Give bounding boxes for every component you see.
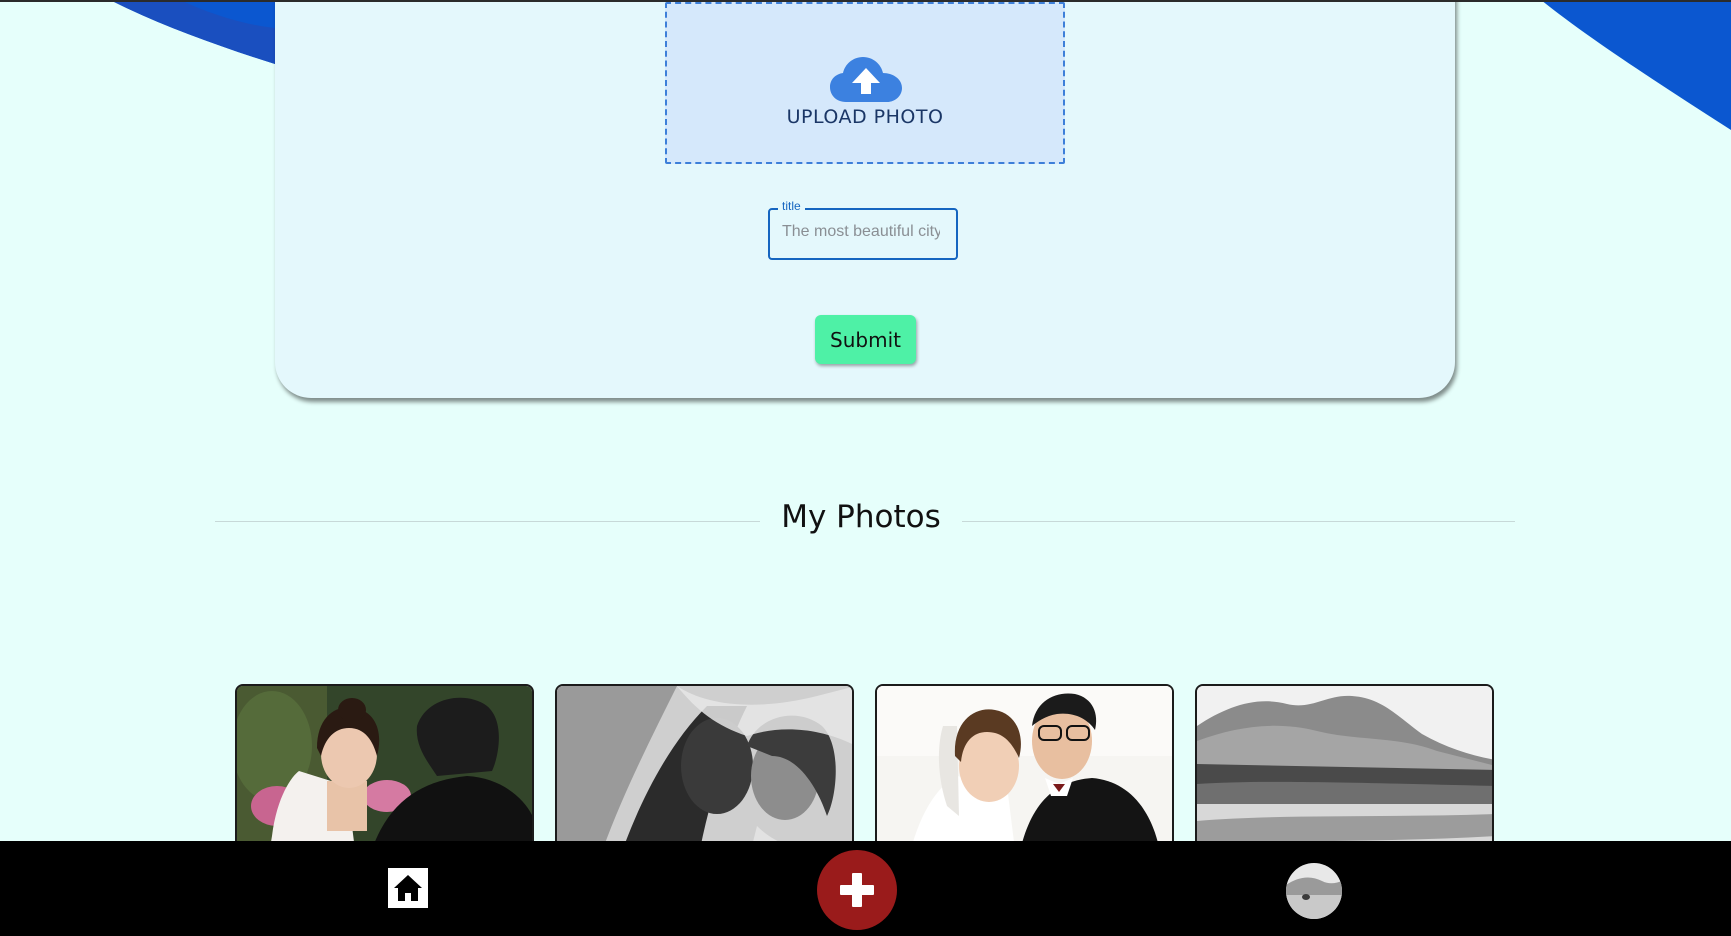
photo-card[interactable] xyxy=(235,684,534,864)
title-input[interactable] xyxy=(770,210,952,254)
photo-bride-smiling xyxy=(237,686,532,862)
upload-photo-label: UPLOAD PHOTO xyxy=(786,106,944,128)
photo-couple-smiling xyxy=(877,686,1172,862)
decorative-wave-right xyxy=(1541,0,1731,130)
photo-card[interactable] xyxy=(555,684,854,864)
cloud-upload-icon xyxy=(830,57,902,102)
plus-icon xyxy=(840,873,874,907)
bottom-nav xyxy=(0,841,1731,936)
photo-couple-veil xyxy=(557,686,852,862)
home-button[interactable] xyxy=(388,868,428,908)
profile-avatar[interactable] xyxy=(1286,863,1342,919)
section-divider-right xyxy=(962,521,1515,522)
photo-mountain-landscape xyxy=(1197,686,1492,862)
title-field: title xyxy=(768,199,958,260)
submit-button[interactable]: Submit xyxy=(815,315,916,364)
upload-dropzone[interactable]: UPLOAD PHOTO xyxy=(665,2,1065,164)
add-photo-button[interactable] xyxy=(817,850,897,930)
upload-card: UPLOAD PHOTO title Submit xyxy=(275,0,1455,398)
decorative-wave-left xyxy=(110,0,275,64)
window-top-border xyxy=(0,0,1731,2)
my-photos-heading: My Photos xyxy=(781,499,941,535)
avatar xyxy=(1286,863,1342,919)
photo-card[interactable] xyxy=(1195,684,1494,864)
photo-card[interactable] xyxy=(875,684,1174,864)
home-icon xyxy=(394,875,422,901)
section-divider-left xyxy=(215,521,760,522)
